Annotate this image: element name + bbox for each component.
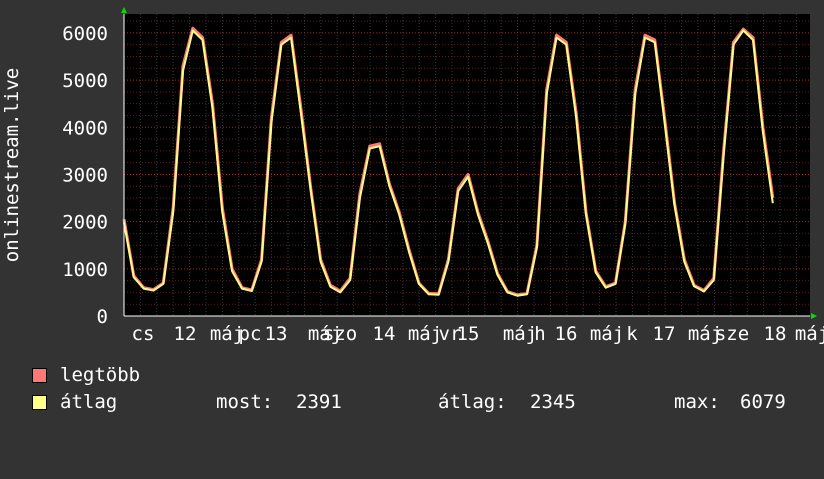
x-tick-label: 18 — [764, 323, 787, 345]
x-tick-label: máj — [795, 323, 824, 345]
x-tick-label: cs — [132, 323, 155, 345]
x-tick-label: sze — [715, 323, 749, 345]
x-tick-label: h — [534, 323, 545, 345]
y-tick-labels: 0 1000 2000 3000 4000 5000 6000 — [62, 23, 108, 328]
y-tick-label: 4000 — [62, 117, 108, 139]
stat-avg-value: 2345 — [530, 391, 576, 413]
x-tick-label: 12 — [174, 323, 197, 345]
chart-panel: 0 1000 2000 3000 4000 5000 6000 cs 12 máj pc 13 máj… — [0, 0, 824, 430]
x-tick-label: 16 — [555, 323, 578, 345]
legend-label-avg: átlag — [60, 391, 118, 413]
x-tick-labels: cs 12 májpc 13 májszo 14 májvr15 májh 16 máj k 17 má… — [132, 323, 824, 345]
y-tick-label: 2000 — [62, 212, 108, 234]
y-tick-label: 3000 — [62, 164, 108, 186]
legend-swatch-avg — [32, 395, 47, 410]
x-tick-label: 13 — [265, 323, 288, 345]
legend-label-max: legtöbb — [60, 364, 141, 386]
x-tick-label: 15 — [457, 323, 480, 345]
x-tick-label: máj — [590, 323, 624, 345]
stat-now-value: 2391 — [296, 391, 342, 413]
legend-swatch-max — [32, 368, 47, 383]
x-tick-label: 14 — [373, 323, 396, 345]
y-axis-arrow-icon — [121, 7, 127, 13]
x-tick-label: pc — [239, 323, 262, 345]
legend-item-avg: átlag — [32, 391, 117, 479]
stat-max-label: max: — [674, 391, 720, 413]
x-tick-label: máj — [503, 323, 537, 345]
stat-avg-label: átlag: — [438, 391, 507, 413]
y-tick-label: 1000 — [62, 259, 108, 281]
x-tick-label: 17 — [653, 323, 676, 345]
plot-area — [124, 14, 810, 316]
y-axis-label: onlinestream.live — [1, 68, 23, 262]
y-tick-label: 0 — [97, 306, 108, 328]
x-tick-label: szo — [323, 323, 357, 345]
y-tick-label: 6000 — [62, 23, 108, 45]
x-tick-label: k — [626, 323, 638, 345]
stat-now-label: most: — [216, 391, 274, 413]
line-chart: 0 1000 2000 3000 4000 5000 6000 cs 12 máj pc 13 máj… — [1, 7, 824, 345]
x-tick-label: máj — [408, 323, 442, 345]
y-tick-label: 5000 — [62, 70, 108, 92]
x-axis-arrow-icon — [811, 313, 817, 319]
stat-max-value: 6079 — [740, 391, 786, 413]
